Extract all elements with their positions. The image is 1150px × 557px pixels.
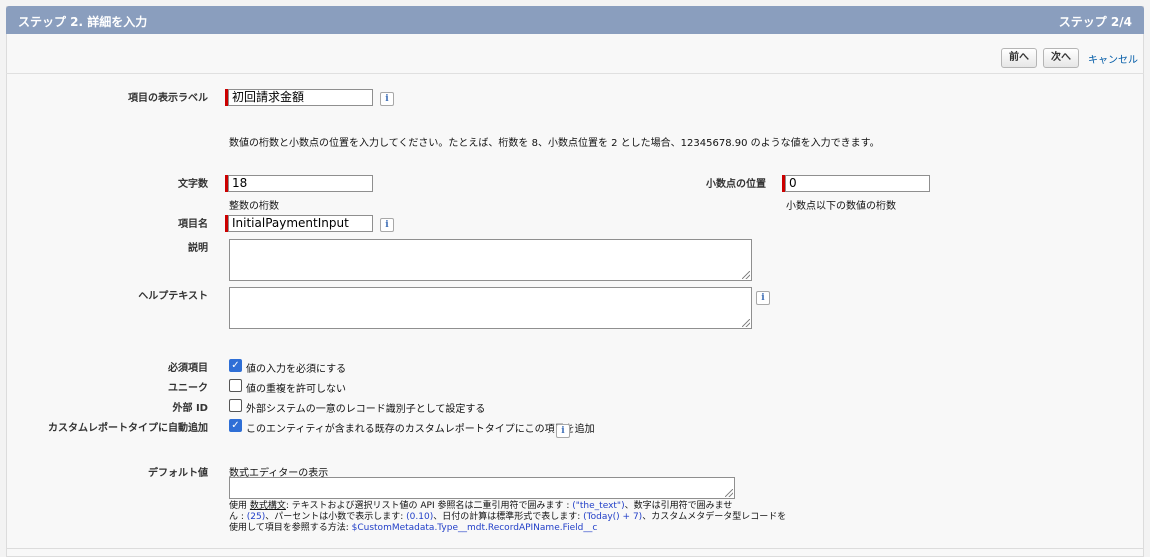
unique-label: ユニーク bbox=[168, 383, 208, 394]
help-text-textarea[interactable] bbox=[229, 287, 752, 329]
description-textarea[interactable] bbox=[229, 239, 752, 281]
field-label-input[interactable]: 初回請求金額 bbox=[228, 89, 373, 106]
required-label: 必須項目 bbox=[168, 363, 208, 374]
info-icon[interactable]: i bbox=[380, 218, 394, 232]
help-text: : テキストおよび選択リスト値の API 参照名は二重引用符で囲みます : bbox=[285, 501, 573, 511]
help-text: 使用 bbox=[229, 501, 248, 511]
example-value: $CustomMetadata.Type__mdt.RecordAPIName.… bbox=[351, 523, 598, 533]
toolbar bbox=[6, 34, 1144, 74]
page-header: ステップ 2. 詳細を入力 ステップ 2/4 bbox=[6, 6, 1144, 34]
help-text: 、パーセントは小数で表示します: bbox=[265, 512, 407, 522]
info-icon[interactable]: i bbox=[556, 424, 570, 438]
report-type-text: このエンティティが含まれる既存のカスタムレポートタイプにこの項目を追加 bbox=[246, 424, 595, 435]
example-value: (0.10) bbox=[406, 512, 434, 522]
description-label: 説明 bbox=[188, 243, 208, 254]
report-type-checkbox[interactable]: ✓ bbox=[229, 419, 242, 432]
api-name-input[interactable]: InitialPaymentInput bbox=[228, 215, 373, 232]
required-text: 値の入力を必須にする bbox=[246, 364, 347, 375]
unique-checkbox[interactable] bbox=[229, 379, 242, 392]
report-type-label: カスタムレポートタイプに自動追加 bbox=[48, 423, 208, 434]
external-id-label: 外部 ID bbox=[172, 403, 208, 414]
default-value-label: デフォルト値 bbox=[148, 468, 208, 479]
field-label-label: 項目の表示ラベル bbox=[128, 93, 208, 104]
length-label: 文字数 bbox=[178, 179, 208, 190]
help-text: ん : bbox=[229, 512, 247, 522]
decimal-hint: 小数点以下の数値の桁数 bbox=[786, 201, 896, 212]
help-text-label: ヘルプテキスト bbox=[138, 291, 208, 302]
resize-grip[interactable] bbox=[725, 489, 733, 497]
instruction-text: 数値の桁数と小数点の位置を入力してください。たとえば、桁数を 8、小数点位置を … bbox=[229, 138, 880, 149]
example-value: (Today() + 7) bbox=[583, 512, 643, 522]
api-name-label: 項目名 bbox=[178, 219, 208, 230]
step-indicator: ステップ 2/4 bbox=[1058, 15, 1132, 29]
default-value-help: 使用 数式構文: テキストおよび選択リスト値の API 参照名は二重引用符で囲み… bbox=[229, 501, 786, 534]
info-icon[interactable]: i bbox=[756, 291, 770, 305]
length-hint: 整数の桁数 bbox=[229, 201, 279, 212]
external-id-checkbox[interactable] bbox=[229, 399, 242, 412]
help-text: 、カスタムメタデータ型レコードを bbox=[642, 512, 787, 522]
help-text: 、日付の計算は標準形式で表します: bbox=[433, 512, 584, 522]
required-checkbox[interactable]: ✓ bbox=[229, 359, 242, 372]
divider bbox=[6, 548, 1144, 549]
page-title: ステップ 2. 詳細を入力 bbox=[18, 15, 148, 29]
decimal-label: 小数点の位置 bbox=[706, 179, 766, 190]
length-input[interactable]: 18 bbox=[228, 175, 373, 192]
resize-grip[interactable] bbox=[742, 271, 750, 279]
prev-button[interactable]: 前へ bbox=[1001, 48, 1037, 68]
syntax-link[interactable]: 数式構文 bbox=[250, 501, 286, 511]
external-id-text: 外部システムの一意のレコード識別子として設定する bbox=[246, 404, 486, 415]
resize-grip[interactable] bbox=[742, 319, 750, 327]
example-value: (25) bbox=[246, 512, 266, 522]
decimal-input[interactable]: 0 bbox=[785, 175, 930, 192]
unique-text: 値の重複を許可しない bbox=[246, 384, 346, 395]
info-icon[interactable]: i bbox=[380, 92, 394, 106]
example-value: ("the_text") bbox=[572, 501, 625, 511]
default-value-textarea[interactable] bbox=[229, 477, 735, 499]
next-button[interactable]: 次へ bbox=[1043, 48, 1079, 68]
cancel-link[interactable]: キャンセル bbox=[1088, 51, 1138, 66]
help-text: 、数字は引用符で囲みませ bbox=[624, 501, 733, 511]
help-text: 使用して項目を参照する方法: bbox=[229, 523, 352, 533]
